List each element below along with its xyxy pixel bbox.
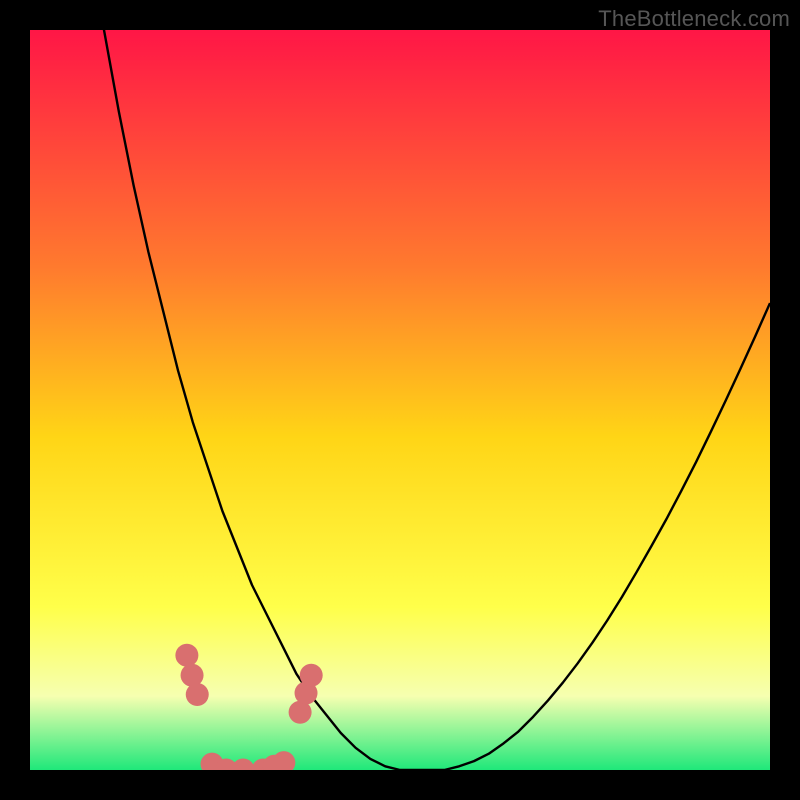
curve-marker <box>232 759 255 771</box>
chart-frame: TheBottleneck.com <box>0 0 800 800</box>
curve-markers <box>175 644 322 770</box>
watermark-text: TheBottleneck.com <box>598 6 790 32</box>
plot-area <box>30 30 770 770</box>
curve-marker <box>272 751 295 770</box>
curve-marker <box>300 664 323 687</box>
curve-marker <box>175 644 198 667</box>
curve-marker <box>186 683 209 706</box>
bottleneck-curve <box>30 30 770 770</box>
curve-marker <box>181 664 204 687</box>
curve-layer <box>30 30 770 770</box>
